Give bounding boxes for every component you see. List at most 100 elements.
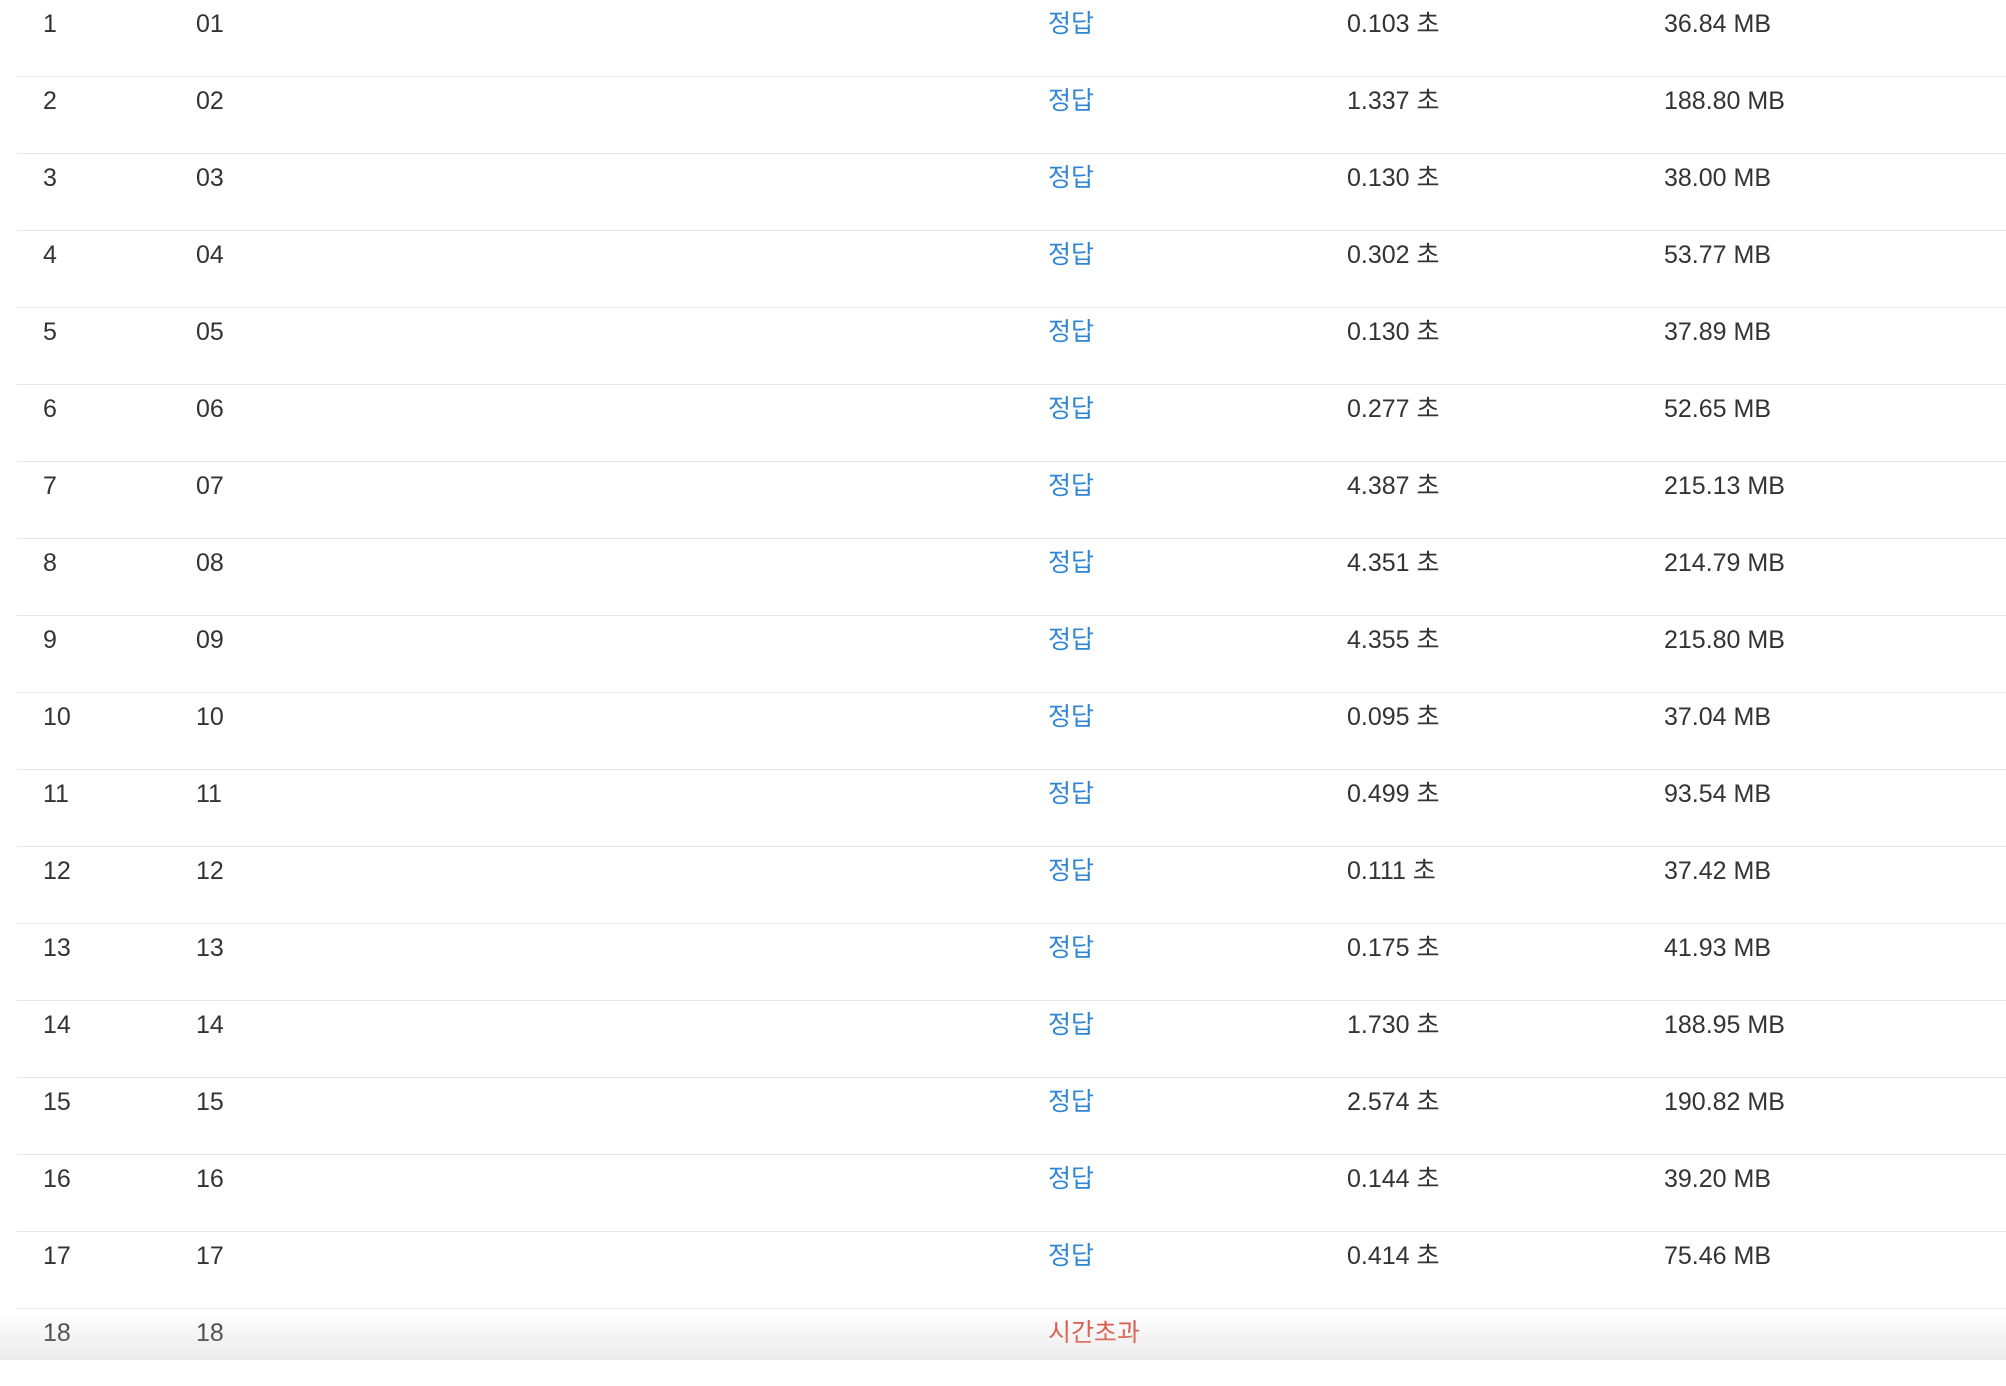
memory-usage: 41.93 MB	[1664, 934, 1772, 962]
result-status: 정답	[1048, 10, 1095, 38]
row-index: 2	[43, 87, 57, 115]
result-status: 정답	[1048, 395, 1095, 423]
memory-usage: 214.79 MB	[1664, 549, 1785, 577]
row-index: 9	[43, 626, 57, 654]
execution-time: 4.351 초	[1347, 549, 1440, 577]
execution-time: 0.144 초	[1347, 1165, 1440, 1193]
table-row: 2 02 정답 1.337 초 188.80 MB	[17, 77, 2006, 154]
testcase-name: 10	[196, 703, 224, 731]
result-status: 시간초과	[1048, 1319, 1141, 1347]
result-status: 정답	[1048, 780, 1095, 808]
memory-usage: 188.80 MB	[1664, 87, 1785, 115]
testcase-name: 05	[196, 318, 224, 346]
testcase-name: 16	[196, 1165, 224, 1193]
row-index: 14	[43, 1011, 71, 1039]
execution-time: 4.387 초	[1347, 472, 1440, 500]
memory-usage: 36.84 MB	[1664, 10, 1772, 38]
execution-time: 0.103 초	[1347, 10, 1440, 38]
table-row: 1 01 정답 0.103 초 36.84 MB	[17, 0, 2006, 77]
table-row: 17 17 정답 0.414 초 75.46 MB	[17, 1232, 2006, 1309]
table-row: 5 05 정답 0.130 초 37.89 MB	[17, 308, 2006, 385]
row-index: 6	[43, 395, 57, 423]
test-results-table: 1 01 정답 0.103 초 36.84 MB 2 02 정답 1.337 초 188.80 M…	[17, 0, 2006, 1386]
memory-usage: 215.80 MB	[1664, 626, 1785, 654]
table-row: 8 08 정답 4.351 초 214.79 MB	[17, 539, 2006, 616]
result-status: 정답	[1048, 1088, 1095, 1116]
result-status: 정답	[1048, 472, 1095, 500]
testcase-name: 04	[196, 241, 224, 269]
testcase-name: 06	[196, 395, 224, 423]
memory-usage: 188.95 MB	[1664, 1011, 1785, 1039]
testcase-name: 02	[196, 87, 224, 115]
testcase-name: 15	[196, 1088, 224, 1116]
row-index: 15	[43, 1088, 71, 1116]
row-index: 18	[43, 1319, 71, 1347]
result-status: 정답	[1048, 241, 1095, 269]
row-index: 17	[43, 1242, 71, 1270]
memory-usage: 93.54 MB	[1664, 780, 1772, 808]
execution-time: 0.175 초	[1347, 934, 1440, 962]
memory-usage: 37.89 MB	[1664, 318, 1772, 346]
testcase-name: 12	[196, 857, 224, 885]
result-status: 정답	[1048, 1165, 1095, 1193]
testcase-name: 14	[196, 1011, 224, 1039]
execution-time: 0.302 초	[1347, 241, 1440, 269]
execution-time: 1.730 초	[1347, 1011, 1440, 1039]
result-status: 정답	[1048, 87, 1095, 115]
testcase-name: 03	[196, 164, 224, 192]
execution-time: 2.574 초	[1347, 1088, 1440, 1116]
table-row: 9 09 정답 4.355 초 215.80 MB	[17, 616, 2006, 693]
row-index: 4	[43, 241, 57, 269]
execution-time: 0.499 초	[1347, 780, 1440, 808]
table-row: 14 14 정답 1.730 초 188.95 MB	[17, 1001, 2006, 1078]
row-index: 7	[43, 472, 57, 500]
table-row: 12 12 정답 0.111 초 37.42 MB	[17, 847, 2006, 924]
table-row: 15 15 정답 2.574 초 190.82 MB	[17, 1078, 2006, 1155]
execution-time: 0.277 초	[1347, 395, 1440, 423]
execution-time: 1.337 초	[1347, 87, 1440, 115]
memory-usage: 37.04 MB	[1664, 703, 1772, 731]
table-row: 11 11 정답 0.499 초 93.54 MB	[17, 770, 2006, 847]
result-status: 정답	[1048, 1242, 1095, 1270]
result-status: 정답	[1048, 626, 1095, 654]
execution-time: 0.130 초	[1347, 318, 1440, 346]
memory-usage: 38.00 MB	[1664, 164, 1772, 192]
memory-usage: 52.65 MB	[1664, 395, 1772, 423]
table-row: 16 16 정답 0.144 초 39.20 MB	[17, 1155, 2006, 1232]
memory-usage: 39.20 MB	[1664, 1165, 1772, 1193]
row-index: 8	[43, 549, 57, 577]
execution-time: 0.095 초	[1347, 703, 1440, 731]
memory-usage: 37.42 MB	[1664, 857, 1772, 885]
result-status: 정답	[1048, 549, 1095, 577]
row-index: 11	[43, 780, 69, 808]
result-status: 정답	[1048, 703, 1095, 731]
result-status: 정답	[1048, 857, 1095, 885]
memory-usage: 215.13 MB	[1664, 472, 1785, 500]
memory-usage: 190.82 MB	[1664, 1088, 1785, 1116]
table-row: 6 06 정답 0.277 초 52.65 MB	[17, 385, 2006, 462]
testcase-name: 08	[196, 549, 224, 577]
table-row: 10 10 정답 0.095 초 37.04 MB	[17, 693, 2006, 770]
execution-time: 0.130 초	[1347, 164, 1440, 192]
execution-time: 0.414 초	[1347, 1242, 1440, 1270]
memory-usage: 53.77 MB	[1664, 241, 1772, 269]
result-status: 정답	[1048, 934, 1095, 962]
table-row: 3 03 정답 0.130 초 38.00 MB	[17, 154, 2006, 231]
testcase-name: 17	[196, 1242, 224, 1270]
execution-time: 0.111 초	[1347, 857, 1436, 885]
row-index: 10	[43, 703, 71, 731]
result-status: 정답	[1048, 164, 1095, 192]
row-index: 1	[43, 10, 57, 38]
result-status: 정답	[1048, 1011, 1095, 1039]
row-index: 3	[43, 164, 57, 192]
testcase-name: 01	[196, 10, 224, 38]
table-row: 4 04 정답 0.302 초 53.77 MB	[17, 231, 2006, 308]
table-row: 18 18 시간초과	[17, 1309, 2006, 1386]
result-status: 정답	[1048, 318, 1095, 346]
row-index: 16	[43, 1165, 71, 1193]
testcase-name: 11	[196, 780, 222, 808]
table-row: 13 13 정답 0.175 초 41.93 MB	[17, 924, 2006, 1001]
table-row: 7 07 정답 4.387 초 215.13 MB	[17, 462, 2006, 539]
testcase-name: 09	[196, 626, 224, 654]
execution-time: 4.355 초	[1347, 626, 1440, 654]
